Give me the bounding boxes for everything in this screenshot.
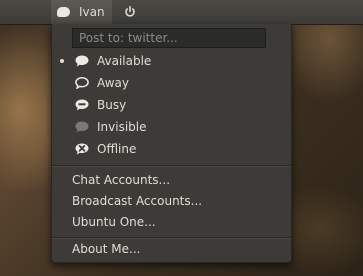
status-label: Offline	[97, 142, 137, 156]
selected-indicator	[60, 59, 64, 63]
status-label: Invisible	[97, 120, 147, 134]
busy-icon	[75, 99, 89, 111]
broadcast-accounts-item[interactable]: Broadcast Accounts...	[52, 191, 291, 211]
offline-icon	[75, 143, 89, 155]
menu-separator	[52, 165, 291, 167]
me-menu-indicator[interactable]: Ivan	[51, 0, 112, 24]
me-menu: Available Away Busy Invisible Offline Ch…	[51, 24, 292, 263]
power-menu-indicator[interactable]	[118, 0, 142, 24]
power-icon	[125, 6, 135, 17]
invisible-icon	[75, 121, 89, 133]
about-me-item[interactable]: About Me...	[52, 239, 291, 259]
status-invisible[interactable]: Invisible	[52, 116, 291, 138]
available-icon	[75, 55, 89, 67]
status-busy[interactable]: Busy	[52, 94, 291, 116]
user-name-label: Ivan	[79, 5, 105, 19]
status-label: Busy	[97, 98, 127, 112]
chat-bubble-icon	[57, 7, 70, 17]
away-icon	[75, 77, 89, 89]
chat-accounts-item[interactable]: Chat Accounts...	[52, 170, 291, 190]
status-offline[interactable]: Offline	[52, 138, 291, 160]
top-panel: Ivan	[0, 0, 363, 25]
status-label: Away	[97, 76, 129, 90]
post-input[interactable]	[72, 28, 266, 48]
status-available[interactable]: Available	[52, 50, 291, 72]
status-away[interactable]: Away	[52, 72, 291, 94]
ubuntu-one-item[interactable]: Ubuntu One...	[52, 212, 291, 232]
status-label: Available	[97, 54, 152, 68]
